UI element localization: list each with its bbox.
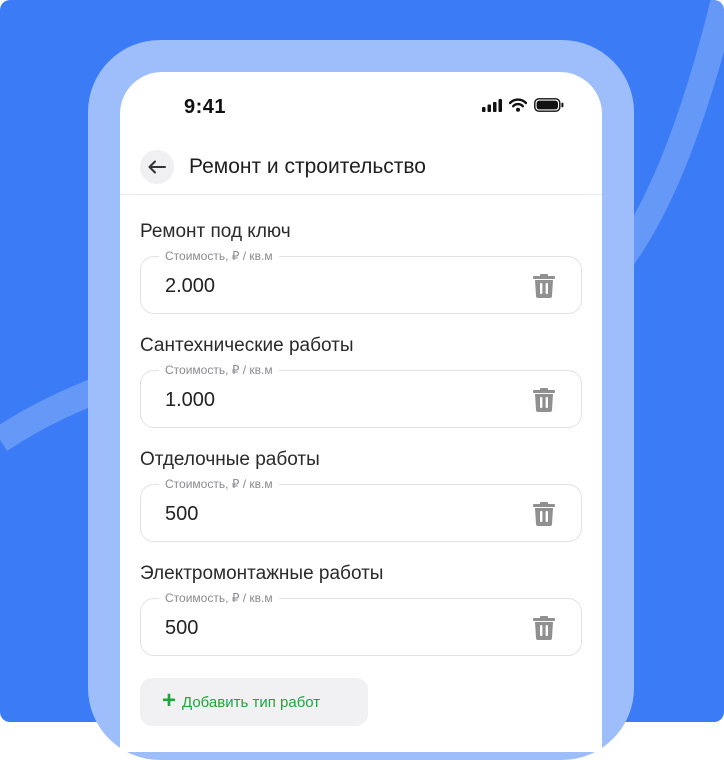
phone-screen: 9:41 Ремонт и строительство Ремонт под к… bbox=[120, 72, 602, 752]
work-type-title: Ремонт под ключ bbox=[140, 221, 291, 242]
trash-icon[interactable] bbox=[533, 388, 555, 412]
price-field-value[interactable]: 2.000 bbox=[165, 275, 215, 297]
status-icons bbox=[482, 98, 564, 112]
price-field-label: Стоимость, ₽ / кв.м bbox=[159, 250, 279, 263]
work-type-section: Ремонт под ключ Стоимость, ₽ / кв.м 2.00… bbox=[140, 220, 582, 314]
price-field-value[interactable]: 500 bbox=[165, 503, 198, 525]
plus-icon: + bbox=[162, 687, 177, 714]
price-field[interactable]: Стоимость, ₽ / кв.м 2.000 bbox=[140, 250, 582, 314]
page-title: Ремонт и строительство bbox=[189, 155, 426, 178]
battery-icon bbox=[534, 98, 564, 112]
status-bar: 9:41 bbox=[120, 72, 602, 142]
price-field[interactable]: Стоимость, ₽ / кв.м 1.000 bbox=[140, 364, 582, 428]
work-type-section: Сантехнические работы Стоимость, ₽ / кв.… bbox=[140, 334, 582, 428]
price-field[interactable]: Стоимость, ₽ / кв.м 500 bbox=[140, 592, 582, 656]
price-field-value[interactable]: 1.000 bbox=[165, 389, 215, 411]
work-type-section: Отделочные работы Стоимость, ₽ / кв.м 50… bbox=[140, 448, 582, 542]
trash-icon[interactable] bbox=[533, 274, 555, 298]
price-field[interactable]: Стоимость, ₽ / кв.м 500 bbox=[140, 478, 582, 542]
work-type-section: Электромонтажные работы Стоимость, ₽ / к… bbox=[140, 562, 582, 656]
arrow-left-icon bbox=[148, 160, 166, 174]
price-field-label: Стоимость, ₽ / кв.м bbox=[159, 364, 279, 377]
work-type-title: Отделочные работы bbox=[140, 449, 320, 470]
app-header: Ремонт и строительство bbox=[120, 142, 602, 195]
status-time: 9:41 bbox=[184, 96, 227, 118]
price-field-label: Стоимость, ₽ / кв.м bbox=[159, 478, 279, 491]
signal-icon bbox=[482, 98, 502, 112]
price-field-value[interactable]: 500 bbox=[165, 617, 198, 639]
add-work-type-button[interactable]: + Добавить тип работ bbox=[140, 678, 368, 726]
work-type-title: Электромонтажные работы bbox=[140, 563, 384, 584]
trash-icon[interactable] bbox=[533, 502, 555, 526]
trash-icon[interactable] bbox=[533, 616, 555, 640]
wifi-icon bbox=[509, 98, 527, 112]
back-button[interactable] bbox=[140, 150, 174, 184]
add-work-type-label: Добавить тип работ bbox=[182, 693, 321, 711]
work-type-title: Сантехнические работы bbox=[140, 335, 354, 356]
price-field-label: Стоимость, ₽ / кв.м bbox=[159, 592, 279, 605]
